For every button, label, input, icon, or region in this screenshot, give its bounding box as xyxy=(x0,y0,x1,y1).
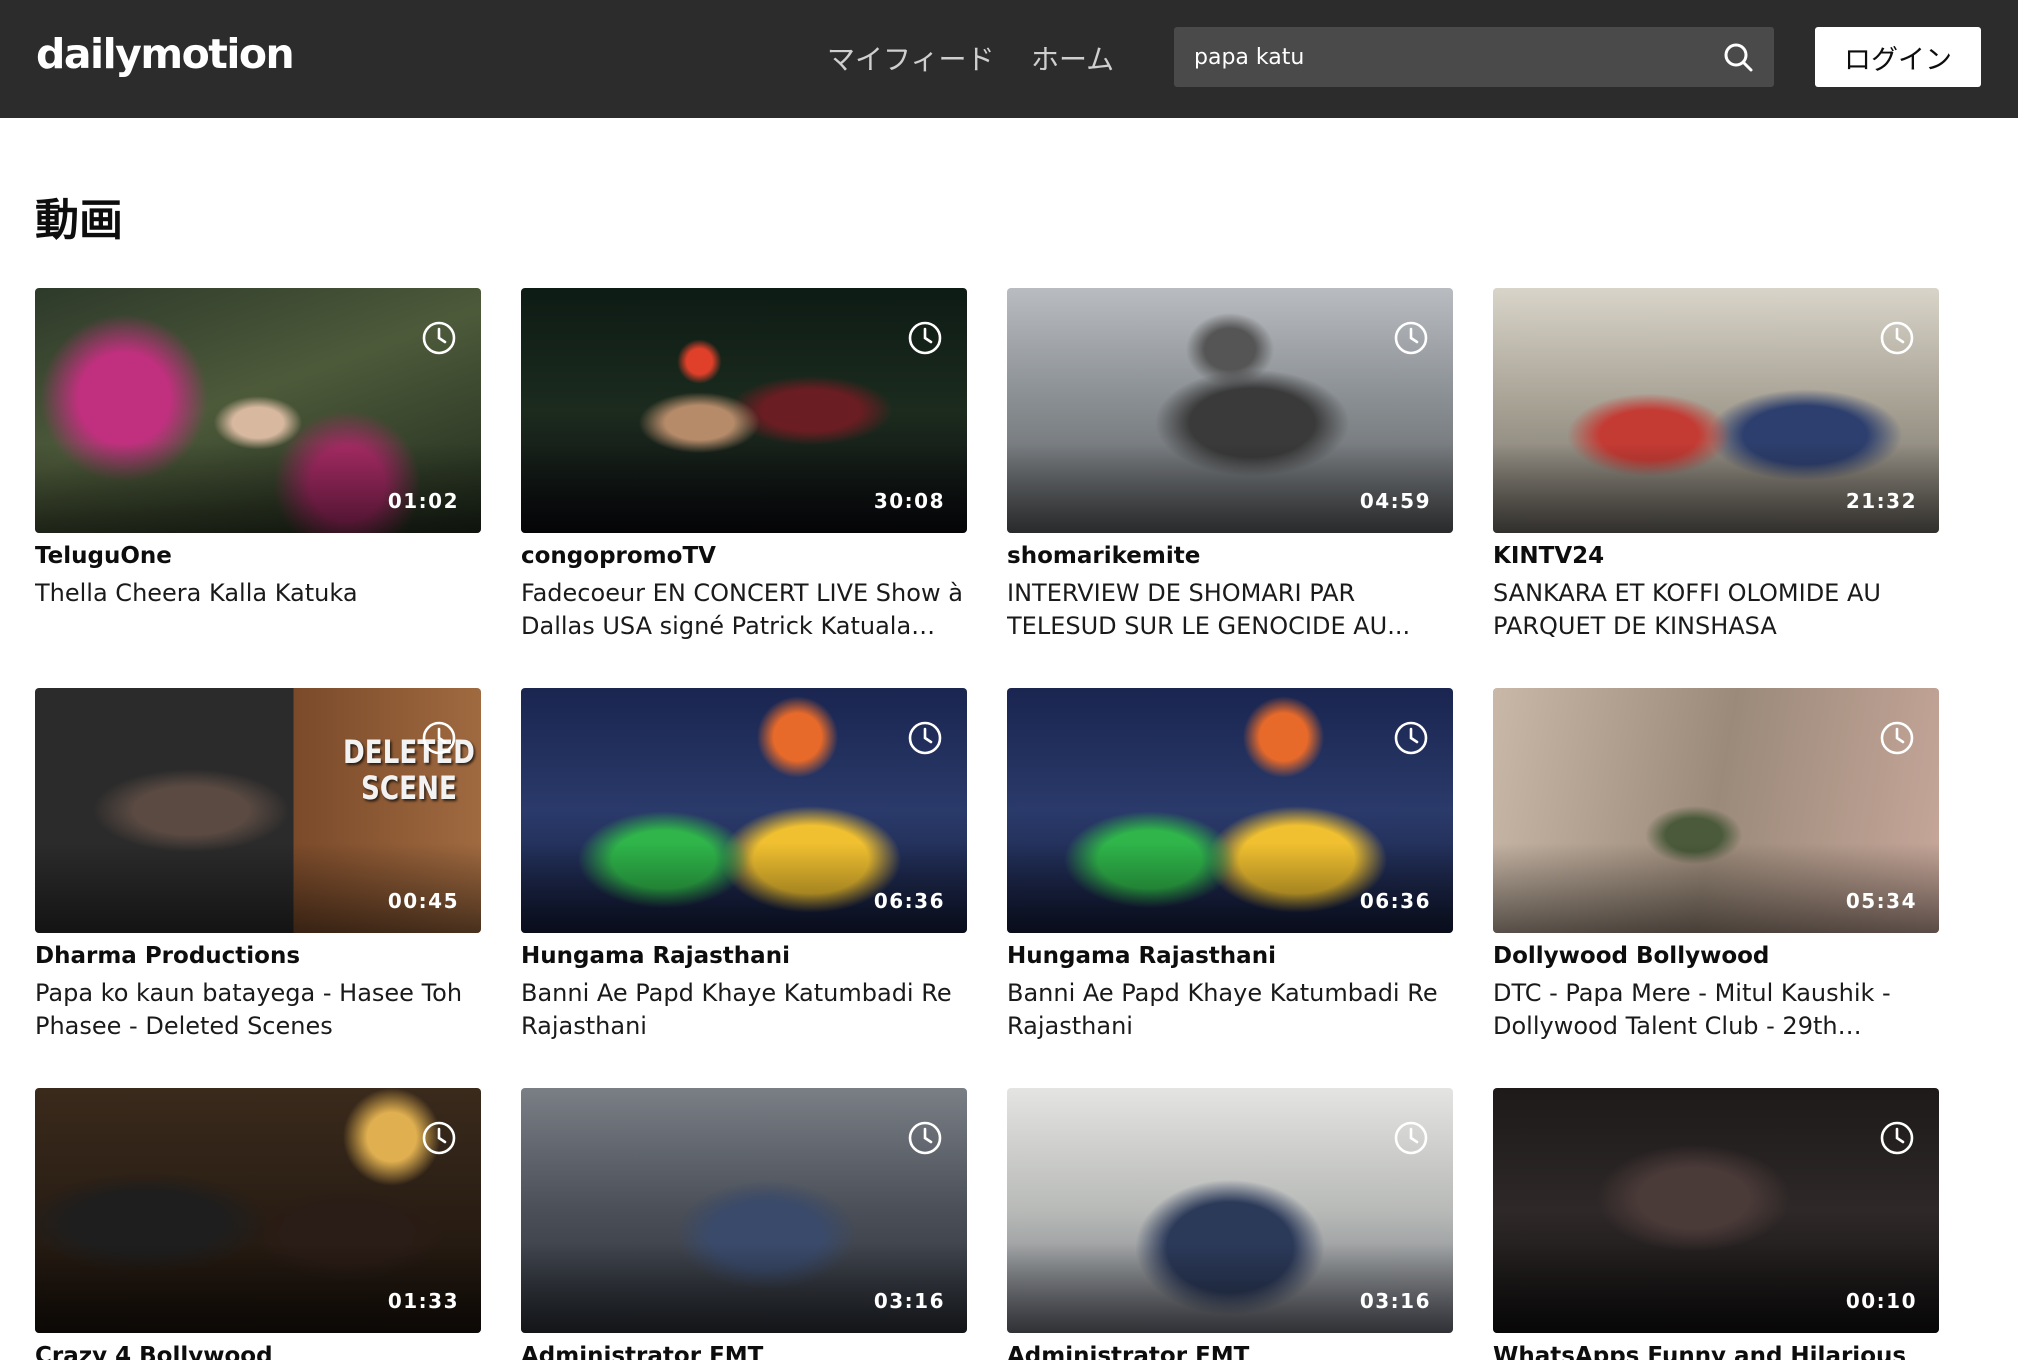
clock-icon[interactable] xyxy=(1393,320,1429,356)
clock-icon[interactable] xyxy=(421,1120,457,1156)
video-thumbnail[interactable]: 30:08 xyxy=(521,288,967,533)
video-duration: 30:08 xyxy=(873,489,945,513)
video-title[interactable]: Fadecoeur EN CONCERT LIVE Show à Dallas … xyxy=(521,577,967,643)
video-thumbnail[interactable]: 06:36 xyxy=(1007,688,1453,933)
channel-name[interactable]: Hungama Rajasthani xyxy=(521,943,967,969)
search-bar xyxy=(1174,27,1774,87)
video-title[interactable]: DTC - Papa Mere - Mitul Kaushik - Dollyw… xyxy=(1493,977,1939,1043)
video-card[interactable]: 00:10 WhatsApps Funny and Hilarious xyxy=(1493,1088,1939,1360)
video-duration: 01:02 xyxy=(387,489,459,513)
video-duration: 05:34 xyxy=(1845,889,1917,913)
clock-icon[interactable] xyxy=(907,1120,943,1156)
video-duration: 06:36 xyxy=(873,889,945,913)
video-card[interactable]: 01:02 TeluguOne Thella Cheera Kalla Katu… xyxy=(35,288,481,610)
channel-name[interactable]: TeluguOne xyxy=(35,543,481,569)
clock-icon[interactable] xyxy=(1879,720,1915,756)
channel-name[interactable]: Dollywood Bollywood xyxy=(1493,943,1939,969)
channel-name[interactable]: congopromoTV xyxy=(521,543,967,569)
clock-icon[interactable] xyxy=(1879,320,1915,356)
video-card[interactable]: 21:32 KINTV24 SANKARA ET KOFFI OLOMIDE A… xyxy=(1493,288,1939,643)
video-duration: 04:59 xyxy=(1359,489,1431,513)
video-thumbnail[interactable]: 21:32 xyxy=(1493,288,1939,533)
video-thumbnail[interactable]: 01:33 xyxy=(35,1088,481,1333)
search-icon[interactable] xyxy=(1722,41,1754,73)
video-thumbnail[interactable]: 03:16 xyxy=(1007,1088,1453,1333)
video-thumbnail[interactable]: DELETED SCENE 00:45 xyxy=(35,688,481,933)
clock-icon[interactable] xyxy=(1879,1120,1915,1156)
channel-name[interactable]: Crazy 4 Bollywood xyxy=(35,1343,481,1360)
video-duration: 01:33 xyxy=(387,1289,459,1313)
video-duration: 06:36 xyxy=(1359,889,1431,913)
video-thumbnail[interactable]: 05:34 xyxy=(1493,688,1939,933)
video-thumbnail[interactable]: 01:02 xyxy=(35,288,481,533)
video-card[interactable]: 06:36 Hungama Rajasthani Banni Ae Papd K… xyxy=(521,688,967,1043)
channel-name[interactable]: shomarikemite xyxy=(1007,543,1453,569)
section-title: 動画 xyxy=(35,195,123,246)
clock-icon[interactable] xyxy=(421,720,457,756)
video-title[interactable]: Papa ko kaun batayega - Hasee Toh Phasee… xyxy=(35,977,481,1043)
channel-name[interactable]: Administrator FMT xyxy=(1007,1343,1453,1360)
video-card[interactable]: 05:34 Dollywood Bollywood DTC - Papa Mer… xyxy=(1493,688,1939,1043)
video-title[interactable]: Banni Ae Papd Khaye Katumbadi Re Rajasth… xyxy=(521,977,967,1043)
video-thumbnail[interactable]: 06:36 xyxy=(521,688,967,933)
video-title[interactable]: Thella Cheera Kalla Katuka xyxy=(35,577,481,610)
video-thumbnail[interactable]: 04:59 xyxy=(1007,288,1453,533)
channel-name[interactable]: Dharma Productions xyxy=(35,943,481,969)
clock-icon[interactable] xyxy=(907,720,943,756)
video-duration: 21:32 xyxy=(1845,489,1917,513)
video-thumbnail[interactable]: 03:16 xyxy=(521,1088,967,1333)
video-duration: 00:45 xyxy=(387,889,459,913)
video-card[interactable]: 01:33 Crazy 4 Bollywood xyxy=(35,1088,481,1360)
video-card[interactable]: DELETED SCENE 00:45 Dharma Productions P… xyxy=(35,688,481,1043)
clock-icon[interactable] xyxy=(1393,1120,1429,1156)
video-duration: 03:16 xyxy=(1359,1289,1431,1313)
channel-name[interactable]: WhatsApps Funny and Hilarious xyxy=(1493,1343,1939,1360)
video-title[interactable]: INTERVIEW DE SHOMARI PAR TELESUD SUR LE … xyxy=(1007,577,1453,643)
video-duration: 03:16 xyxy=(873,1289,945,1313)
video-card[interactable]: 03:16 Administrator FMT xyxy=(521,1088,967,1360)
channel-name[interactable]: Administrator FMT xyxy=(521,1343,967,1360)
video-card[interactable]: 06:36 Hungama Rajasthani Banni Ae Papd K… xyxy=(1007,688,1453,1043)
video-duration: 00:10 xyxy=(1845,1289,1917,1313)
login-button[interactable]: ログイン xyxy=(1815,27,1981,87)
clock-icon[interactable] xyxy=(1393,720,1429,756)
channel-name[interactable]: KINTV24 xyxy=(1493,543,1939,569)
clock-icon[interactable] xyxy=(907,320,943,356)
search-input[interactable] xyxy=(1174,27,1704,87)
nav-my-feed[interactable]: マイフィード xyxy=(827,38,994,78)
video-title[interactable]: SANKARA ET KOFFI OLOMIDE AU PARQUET DE K… xyxy=(1493,577,1939,643)
nav-home[interactable]: ホーム xyxy=(1031,38,1114,78)
dailymotion-logo[interactable]: dailymotion xyxy=(36,30,295,78)
video-card[interactable]: 30:08 congopromoTV Fadecoeur EN CONCERT … xyxy=(521,288,967,643)
video-card[interactable]: 03:16 Administrator FMT xyxy=(1007,1088,1453,1360)
clock-icon[interactable] xyxy=(421,320,457,356)
video-card[interactable]: 04:59 shomarikemite INTERVIEW DE SHOMARI… xyxy=(1007,288,1453,643)
video-title[interactable]: Banni Ae Papd Khaye Katumbadi Re Rajasth… xyxy=(1007,977,1453,1043)
top-bar: dailymotion マイフィード ホーム ログイン xyxy=(0,0,2018,118)
channel-name[interactable]: Hungama Rajasthani xyxy=(1007,943,1453,969)
video-thumbnail[interactable]: 00:10 xyxy=(1493,1088,1939,1333)
